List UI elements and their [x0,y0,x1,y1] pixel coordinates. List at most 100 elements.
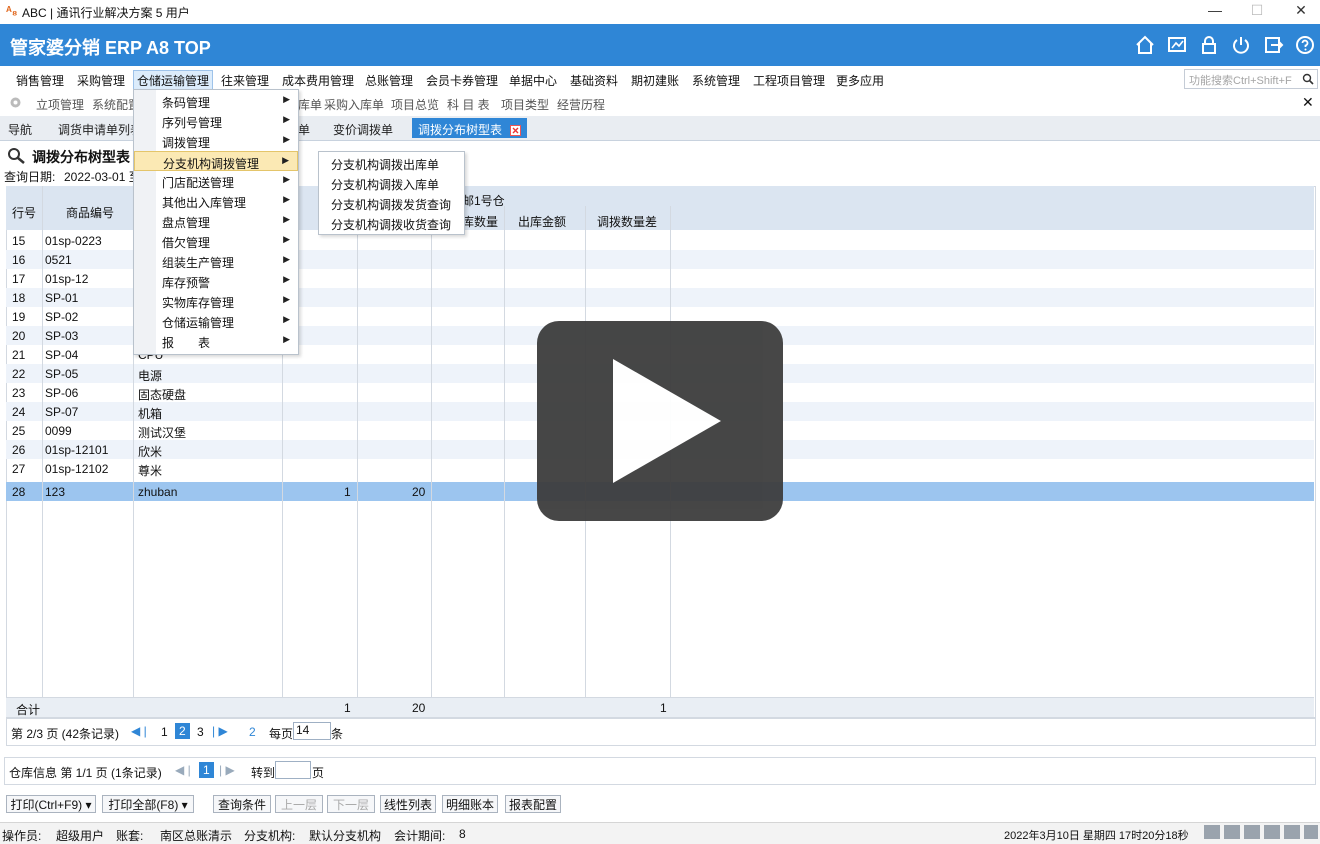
link-project-overview[interactable]: 项目总览 [391,96,439,113]
page-2-current[interactable]: 2 [175,723,190,739]
menu-item-barcode[interactable]: 条码管理 ▶ [134,91,298,111]
settings-icon[interactable] [1284,825,1300,839]
page-3-link[interactable]: 3 [197,725,204,739]
last-page-link[interactable]: 2 [249,725,256,739]
exit-icon[interactable] [1262,34,1284,56]
menu-documents[interactable]: 单据中心 [509,72,557,89]
menu-cost[interactable]: 成本费用管理 [282,72,354,89]
menu-item-assembly[interactable]: 组装生产管理 ▶ [134,251,298,271]
row-no: 21 [12,348,26,362]
menu-more[interactable]: 更多应用 [836,72,884,89]
message-icon[interactable] [1204,825,1220,839]
menu-item-store-delivery[interactable]: 门店配送管理 ▶ [134,171,298,191]
goto-page-unit: 页 [312,766,325,780]
link-project-management[interactable]: 立项管理 [36,96,84,113]
chart-icon[interactable] [1166,34,1188,56]
calculator-icon[interactable] [1224,825,1240,839]
menu-sales[interactable]: 销售管理 [16,72,64,89]
level-up-button[interactable]: 上一层 [275,795,323,813]
link-project-types[interactable]: 项目类型 [501,96,549,113]
close-tab-icon[interactable] [510,125,522,136]
menu-system[interactable]: 系统管理 [692,72,740,89]
menu-basic-data[interactable]: 基础资料 [570,72,618,89]
menu-item-stock-alert[interactable]: 库存预警 ▶ [134,271,298,291]
lock-icon[interactable] [1198,34,1220,56]
tab-price-transfer[interactable]: 变价调拨单 [333,121,393,138]
menu-item-label: 报 表 [162,336,211,350]
tab-document[interactable]: 单 [298,121,310,138]
row-code: 01sp-12101 [45,443,109,457]
menu-projects[interactable]: 工程项目管理 [753,72,825,89]
linear-list-button[interactable]: 线性列表 [380,795,436,813]
menu-purchase[interactable]: 采购管理 [77,72,125,89]
link-history[interactable]: 经营历程 [557,96,605,113]
prev-page-icon[interactable]: ◀ | [131,724,147,738]
power-icon[interactable] [1230,34,1252,56]
submenu-shipment-query[interactable]: 分支机构调拨发货查询 [319,193,464,213]
col-out-amount[interactable]: 出库金额 [518,213,566,230]
report-title: 调拨分布树型表 [32,149,130,165]
menu-item-stocktake[interactable]: 盘点管理 ▶ [134,211,298,231]
menu-item-label: 门店配送管理 [162,176,235,190]
close-toolbar-button[interactable]: ✕ [1302,94,1314,111]
link-purchase-inbound[interactable]: 采购入库单 [324,96,384,113]
magnifier-icon [8,148,25,164]
next-page-icon[interactable]: | ▶ [212,724,228,738]
menu-ledger[interactable]: 总账管理 [365,72,413,89]
print-button[interactable]: 打印(Ctrl+F9) ▾ [6,795,96,813]
close-window-button[interactable]: ✕ [1286,2,1316,22]
menu-item-loan[interactable]: 借欠管理 ▶ [134,231,298,251]
home-small-icon[interactable] [1304,825,1318,839]
chevron-right-icon: ▶ [283,194,290,204]
detail-ledger-button[interactable]: 明细账本 [442,795,498,813]
menu-item-physical-stock[interactable]: 实物库存管理 ▶ [134,291,298,311]
col-stock-qty[interactable]: 库数量 [462,213,498,230]
col-row-no[interactable]: 行号 [12,204,36,221]
row-code: 0099 [45,424,72,438]
col-transfer-diff[interactable]: 调拨数量差 [597,213,657,230]
menu-warehouse[interactable]: 仓储运输管理 [133,70,214,91]
search-icon[interactable] [1302,73,1314,85]
level-down-button[interactable]: 下一层 [327,795,375,813]
menu-member[interactable]: 会员卡券管理 [426,72,498,89]
warehouse-prev-icon[interactable]: ◀ | [175,763,191,777]
link-accounts-table[interactable]: 科 目 表 [447,96,490,113]
link-stock-doc[interactable]: 库单 [298,96,322,113]
tab-navigation[interactable]: 导航 [8,121,32,138]
row-code: SP-02 [45,310,79,324]
per-page-input[interactable]: 14 [293,722,331,740]
menu-opening[interactable]: 期初建账 [631,72,679,89]
home-icon[interactable] [1134,34,1156,56]
query-conditions-button[interactable]: 查询条件 [213,795,271,813]
help-icon[interactable] [1294,34,1316,56]
tab-transfer-tree-report[interactable]: 调拨分布树型表 [412,118,528,138]
menu-item-reports[interactable]: 报 表 ▶ [134,331,298,351]
menu-item-logistics[interactable]: 仓储运输管理 ▶ [134,311,298,331]
maximize-button[interactable]: ☐ [1242,2,1272,22]
submenu-receipt-query[interactable]: 分支机构调拨收货查询 [319,213,464,233]
row-no: 15 [12,234,26,248]
col-product-code[interactable]: 商品编号 [66,204,114,221]
submenu-inbound[interactable]: 分支机构调拨入库单 [319,173,464,193]
menu-item-serial[interactable]: 序列号管理 ▶ [134,111,298,131]
menu-item-transfer[interactable]: 调拨管理 ▶ [134,131,298,151]
minimize-button[interactable]: — [1200,2,1230,22]
submenu-outbound[interactable]: 分支机构调拨出库单 [319,153,464,173]
gear-icon[interactable] [9,96,22,109]
video-play-button[interactable] [537,321,783,521]
grid-icon[interactable] [1244,825,1260,839]
tab-transfer-request-list[interactable]: 调货申请单列表 [58,121,142,138]
apps-icon[interactable] [1264,825,1280,839]
menu-accounts[interactable]: 往来管理 [221,72,269,89]
menu-item-branch-transfer[interactable]: 分支机构调拨管理 ▶ [134,151,298,171]
menu-item-other-io[interactable]: 其他出入库管理 ▶ [134,191,298,211]
menu-item-label: 调拨管理 [162,136,211,150]
warehouse-next-icon[interactable]: | ▶ [219,763,235,777]
function-search-input[interactable]: 功能搜索Ctrl+Shift+F [1184,69,1318,89]
report-config-button[interactable]: 报表配置 [505,795,561,813]
warehouse-page-current[interactable]: 1 [199,762,214,778]
page-1-link[interactable]: 1 [161,725,168,739]
goto-page-input[interactable] [275,761,311,779]
print-all-button[interactable]: 打印全部(F8) ▾ [102,795,194,813]
row-no: 17 [12,272,26,286]
